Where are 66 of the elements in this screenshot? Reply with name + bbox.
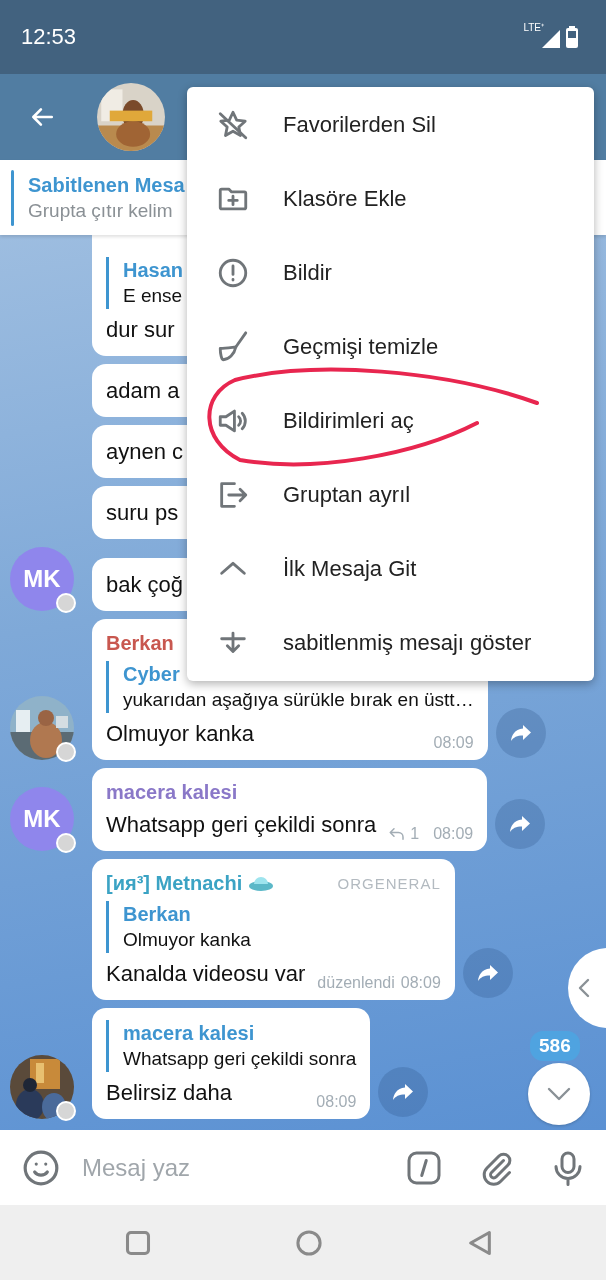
square-icon xyxy=(124,1228,152,1257)
quote-author: Hasan xyxy=(123,258,184,283)
forward-button[interactable] xyxy=(462,948,513,998)
reply-count: 1 xyxy=(410,825,420,843)
clock-time: 12:53 xyxy=(21,24,77,50)
message-text: aynen c xyxy=(106,438,184,466)
menu-item[interactable]: Gruptan ayrıl xyxy=(187,458,594,532)
triangle-icon xyxy=(466,1228,494,1257)
pin-indicator xyxy=(11,169,14,226)
message-text: Olmuyor kanka xyxy=(106,720,254,748)
message-text: suru ps xyxy=(106,499,179,527)
sender-name[interactable]: macera kalesi xyxy=(106,780,238,804)
timestamp: 08:09 xyxy=(400,974,441,992)
command-icon xyxy=(406,1149,442,1186)
quote-text: Olmuyor kanka xyxy=(123,928,251,952)
back-nav-button[interactable] xyxy=(466,1228,494,1257)
status-dot xyxy=(56,833,76,853)
battery-icon xyxy=(566,26,578,48)
forward-button[interactable] xyxy=(495,708,546,758)
pinned-text: Grupta çıtır kelim xyxy=(28,198,174,223)
quote-author: Cyber xyxy=(123,662,180,687)
message-text: adam a xyxy=(106,377,180,405)
message-text: Whatsapp geri çekildi sonra xyxy=(106,811,377,839)
timestamp: 08:09 xyxy=(433,825,474,843)
emoji-button[interactable] xyxy=(22,1148,60,1187)
message-text: dur sur xyxy=(106,316,175,344)
menu-item[interactable]: Bildir xyxy=(187,236,594,310)
circle-icon xyxy=(295,1228,323,1257)
message-text: bak çoğ xyxy=(106,571,184,599)
signal-icon xyxy=(542,30,560,48)
command-button[interactable] xyxy=(406,1149,442,1186)
quote-text: yukarıdan aşağıya sürükle bırak en üstt… xyxy=(123,688,474,712)
exclamation-icon xyxy=(216,256,250,290)
broom-icon xyxy=(216,330,250,364)
menu-item[interactable]: Geçmişi temizle xyxy=(187,310,594,384)
menu-item[interactable]: Bildirimleri aç xyxy=(187,384,594,458)
quote-author: macera kalesi xyxy=(123,1021,255,1046)
unread-badge: 586 xyxy=(530,1031,580,1061)
timestamp: 08:09 xyxy=(433,734,474,752)
reply-quote[interactable]: Berkan Olmuyor kanka xyxy=(106,901,441,953)
forward-button[interactable] xyxy=(378,1067,429,1117)
home-button[interactable] xyxy=(295,1228,323,1257)
quote-text: E ense xyxy=(123,284,183,308)
menu-item[interactable]: Klasöre Ekle xyxy=(187,162,594,236)
chevron-left-icon xyxy=(576,976,592,1000)
network-type: LTE⁺ xyxy=(523,21,544,34)
forward-button[interactable] xyxy=(495,799,546,849)
menu-item[interactable]: İlk Mesaja Git xyxy=(187,532,594,606)
timestamp: 08:09 xyxy=(316,1093,357,1111)
sender-name[interactable]: Berkan xyxy=(106,631,174,655)
reply-icon xyxy=(388,826,407,842)
recent-apps-button[interactable] xyxy=(124,1228,152,1257)
reply-quote[interactable]: macera kalesi Whatsapp geri çekildi sonra xyxy=(106,1020,357,1072)
edited-label: düzenlendi xyxy=(317,974,395,992)
message-text: Kanalda videosu var xyxy=(106,960,306,988)
quote-author: Berkan xyxy=(123,902,191,927)
member-tag: ORGENERAL xyxy=(307,874,441,892)
scroll-down-button[interactable] xyxy=(528,1063,590,1125)
star-slash-icon xyxy=(216,108,250,142)
status-dot xyxy=(56,1101,76,1121)
status-dot xyxy=(56,742,76,762)
quote-text: Whatsapp geri çekildi sonra xyxy=(123,1047,357,1071)
smiley-icon xyxy=(22,1148,60,1187)
chevron-down-icon xyxy=(546,1086,572,1102)
message-text: Belirsiz daha xyxy=(106,1079,232,1107)
status-dot xyxy=(56,593,76,613)
